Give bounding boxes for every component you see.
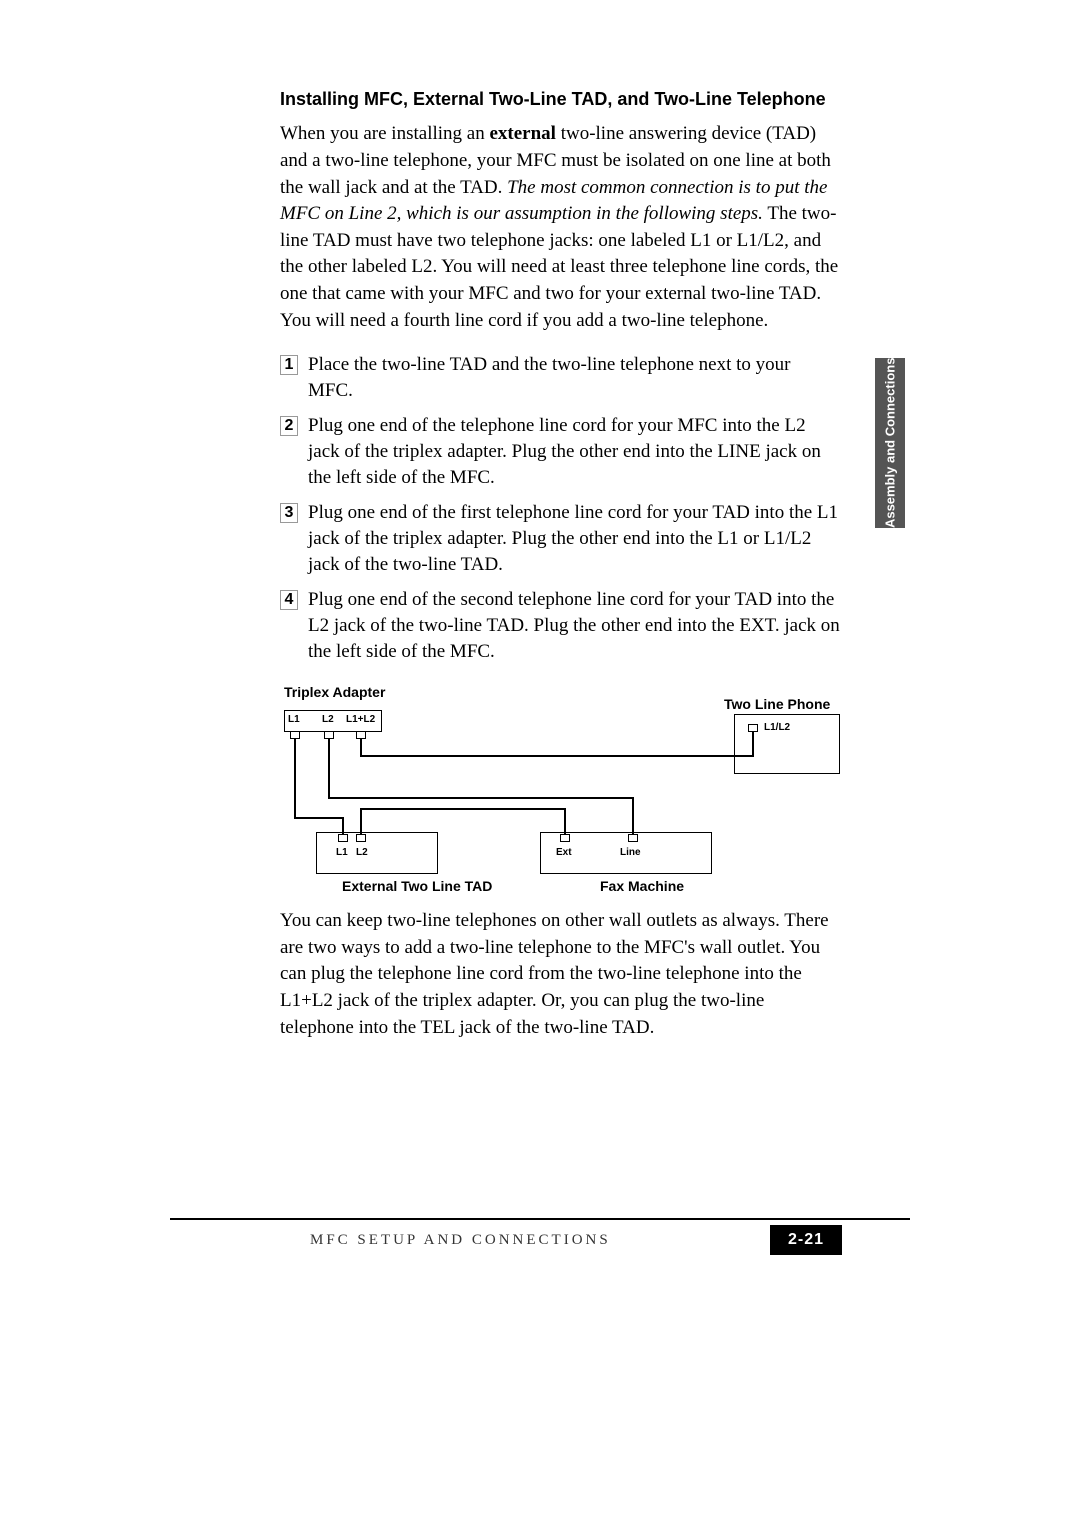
section-heading: Installing MFC, External Two-Line TAD, a… [280, 88, 840, 111]
step-item: 4 Plug one end of the second telephone l… [280, 587, 840, 664]
page-number-box: 2-21 [770, 1225, 842, 1255]
fax-line-label: Line [620, 847, 641, 858]
external-tad-label: External Two Line TAD [342, 878, 492, 894]
step-item: 2 Plug one end of the telephone line cor… [280, 413, 840, 490]
twoline-phone-label: Two Line Phone [724, 696, 830, 712]
wire [294, 817, 342, 819]
fax-machine-label: Fax Machine [600, 878, 684, 894]
wire [360, 755, 754, 757]
triplex-label: Triplex Adapter [284, 684, 385, 700]
p1-start: When you are installing an [280, 123, 489, 144]
step-number: 1 [285, 356, 294, 374]
step-text: Plug one end of the second telephone lin… [308, 587, 840, 664]
step-number-box: 2 [280, 416, 298, 436]
p1-bold: external [489, 123, 555, 144]
step-text: Place the two-line TAD and the two-line … [308, 352, 840, 403]
footer-rule [170, 1218, 910, 1220]
wire [632, 797, 634, 834]
intro-paragraph: When you are installing an external two-… [280, 121, 840, 334]
phone-l1l2-label: L1/L2 [764, 722, 790, 733]
fax-ext-jack [560, 834, 570, 842]
step-number-box: 3 [280, 503, 298, 523]
step-text: Plug one end of the telephone line cord … [308, 413, 840, 490]
step-number: 3 [285, 504, 294, 522]
step-number-box: 1 [280, 355, 298, 375]
triplex-l1l2-label: L1+L2 [346, 714, 375, 725]
wire [294, 739, 296, 819]
wire [752, 732, 754, 757]
tad-l2-jack [356, 834, 366, 842]
wire [328, 797, 632, 799]
steps-list: 1 Place the two-line TAD and the two-lin… [280, 352, 840, 664]
wiring-diagram: Triplex Adapter Two Line Phone External … [280, 684, 840, 894]
wire [342, 817, 344, 834]
page-number: 2-21 [788, 1231, 824, 1249]
tad-l1-label: L1 [336, 847, 348, 858]
step-number: 4 [285, 591, 294, 609]
step-text: Plug one end of the first telephone line… [308, 500, 840, 577]
closing-paragraph: You can keep two-line telephones on othe… [280, 908, 840, 1041]
triplex-l2-label: L2 [322, 714, 334, 725]
wire [328, 739, 330, 799]
triplex-l1-jack [290, 731, 300, 739]
fax-line-jack [628, 834, 638, 842]
step-number: 2 [285, 417, 294, 435]
side-tab: Assembly and Connections [875, 358, 905, 528]
step-item: 1 Place the two-line TAD and the two-lin… [280, 352, 840, 403]
side-tab-text: Assembly and Connections [882, 358, 898, 528]
wire [360, 808, 564, 810]
fax-ext-label: Ext [556, 847, 572, 858]
footer-text: MFC SETUP AND CONNECTIONS [310, 1232, 611, 1249]
wire [360, 808, 362, 834]
step-number-box: 4 [280, 590, 298, 610]
tad-l1-jack [338, 834, 348, 842]
triplex-l1-label: L1 [288, 714, 300, 725]
phone-l1l2-jack [748, 724, 758, 732]
tad-l2-label: L2 [356, 847, 368, 858]
main-content: Installing MFC, External Two-Line TAD, a… [280, 88, 840, 1059]
step-item: 3 Plug one end of the first telephone li… [280, 500, 840, 577]
triplex-l1l2-jack [356, 731, 366, 739]
triplex-l2-jack [324, 731, 334, 739]
tad-box [316, 832, 438, 874]
wire [564, 808, 566, 834]
